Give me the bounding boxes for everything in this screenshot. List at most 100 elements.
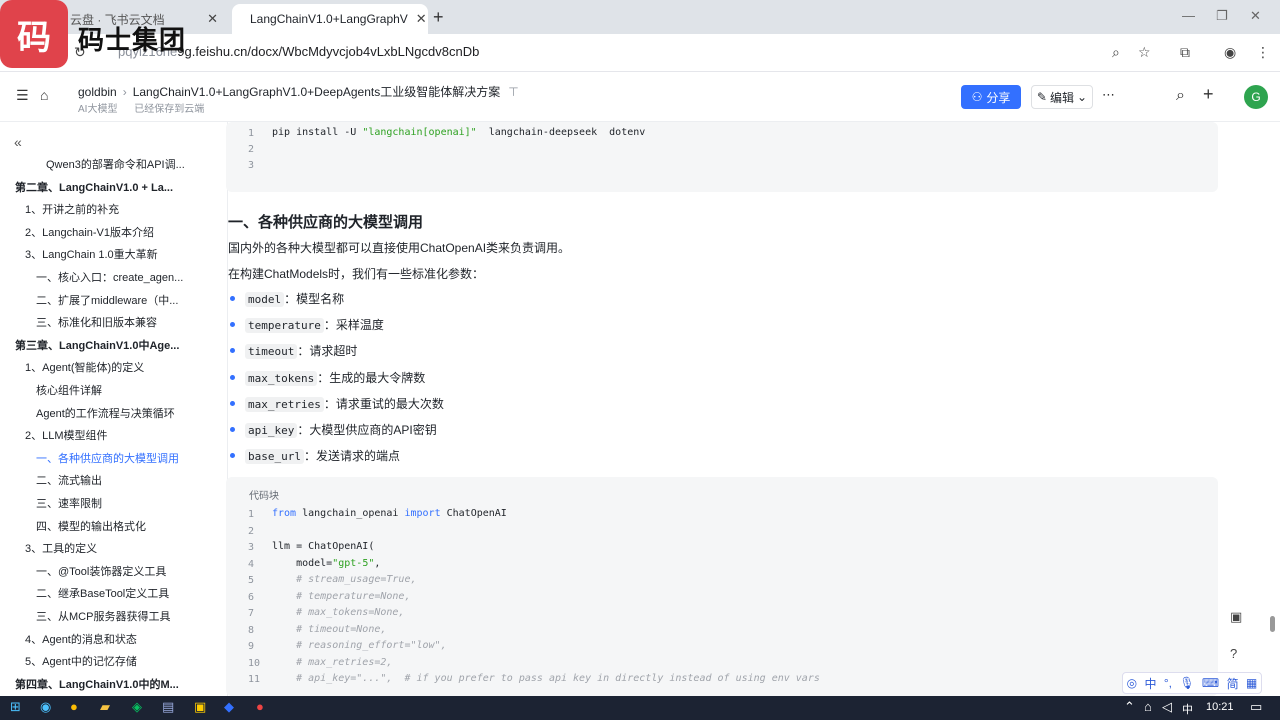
toc-item[interactable]: 5、Agent中的记忆存储 bbox=[25, 653, 137, 669]
toc-item[interactable]: 一、@Tool装饰器定义工具 bbox=[36, 563, 166, 579]
new-tab-button[interactable]: + bbox=[433, 7, 444, 28]
menu-icon[interactable]: ⋮ bbox=[1256, 44, 1270, 61]
scrollbar[interactable] bbox=[1270, 616, 1275, 632]
breadcrumb-title[interactable]: LangChainV1.0+LangGraphV1.0+DeepAgents工业… bbox=[133, 85, 501, 99]
browser-tab-doc[interactable]: LangChainV1.0+LangGraphV ✕ bbox=[232, 4, 428, 34]
extensions-icon[interactable]: ⧉ bbox=[1180, 44, 1190, 61]
toc-item[interactable]: 第三章、LangChainV1.0中Age... bbox=[15, 337, 179, 353]
help-icon[interactable]: ? bbox=[1230, 646, 1237, 661]
add-icon[interactable]: + bbox=[1203, 84, 1214, 105]
toc-item[interactable]: 2、Langchain-V1版本介绍 bbox=[25, 224, 154, 240]
edit-mode-button[interactable]: ✎ 编辑 ⌄ bbox=[1031, 85, 1093, 109]
mic-icon[interactable]: 🎙 bbox=[1179, 676, 1194, 690]
line-number: 8 bbox=[248, 624, 255, 636]
code-line: # temperature=None, bbox=[272, 590, 411, 602]
toc-item[interactable]: 1、开讲之前的补充 bbox=[25, 201, 119, 217]
share-button[interactable]: ⚇ 分享 bbox=[961, 85, 1021, 109]
star-icon[interactable]: ☆ bbox=[1138, 44, 1151, 61]
param-code: api_key bbox=[245, 423, 298, 438]
param-code: max_retries bbox=[245, 396, 324, 412]
toc-item[interactable]: 四、模型的输出格式化 bbox=[36, 518, 146, 534]
ime-lang[interactable]: 中 bbox=[1145, 675, 1157, 692]
line-number: 2 bbox=[248, 525, 255, 537]
close-icon[interactable]: ✕ bbox=[416, 11, 427, 27]
avatar[interactable]: G bbox=[1244, 85, 1268, 109]
close-icon[interactable]: ✕ bbox=[207, 11, 218, 27]
toc-item[interactable]: 2、LLM模型组件 bbox=[25, 427, 108, 443]
code-line: # reasoning_effort="low", bbox=[272, 640, 447, 651]
breadcrumb-root[interactable]: goldbin bbox=[78, 85, 117, 99]
input-lang[interactable]: 中 bbox=[1182, 701, 1193, 717]
collapse-sidebar-icon[interactable]: « bbox=[14, 134, 22, 150]
bullet-dot bbox=[230, 348, 235, 354]
wechat-icon[interactable]: ◈ bbox=[132, 699, 142, 715]
toc-item[interactable]: 核心组件详解 bbox=[36, 382, 102, 398]
ime-simp[interactable]: 简 bbox=[1227, 675, 1239, 692]
code-line: model="gpt-5", bbox=[272, 557, 381, 569]
toc-item[interactable]: 1、Agent(智能体)的定义 bbox=[25, 359, 144, 375]
toc-item[interactable]: 3、LangChain 1.0重大革新 bbox=[25, 246, 158, 262]
logo-char: 码 bbox=[17, 18, 51, 57]
grid-icon[interactable]: ▦ bbox=[1246, 676, 1257, 690]
toc-item[interactable]: 二、扩展了middleware（中... bbox=[36, 292, 178, 308]
app-icon[interactable]: ▤ bbox=[162, 699, 174, 715]
network-icon[interactable]: ⌂ bbox=[1144, 699, 1152, 714]
code-line: # timeout=None, bbox=[272, 623, 387, 635]
toc-item[interactable]: 3、工具的定义 bbox=[25, 540, 97, 556]
close-window-icon[interactable]: ✕ bbox=[1250, 8, 1261, 24]
search-icon[interactable]: ⌕ bbox=[1112, 44, 1120, 61]
pin-icon[interactable]: ⊤ bbox=[508, 85, 518, 99]
search-icon[interactable]: ⌕ bbox=[1176, 87, 1185, 105]
notification-icon[interactable]: ▭ bbox=[1250, 699, 1262, 715]
toc-item[interactable]: 一、各种供应商的大模型调用 bbox=[36, 450, 179, 466]
toc-item[interactable]: Qwen3的部署命令和API调... bbox=[46, 156, 185, 172]
windows-start-icon[interactable]: ⊞ bbox=[10, 699, 21, 715]
code-line: # stream_usage=True, bbox=[272, 574, 417, 585]
brand-logo: 码 bbox=[0, 0, 68, 68]
more-icon[interactable]: ⋯ bbox=[1102, 87, 1115, 103]
param-item: temperature ：采样温度 bbox=[230, 316, 384, 334]
toc-item[interactable]: 第四章、LangChainV1.0中的M... bbox=[15, 676, 179, 692]
feishu-icon[interactable]: ◆ bbox=[224, 699, 234, 715]
toc-item[interactable]: 三、速率限制 bbox=[36, 495, 102, 511]
chevron-down-icon: ⌄ bbox=[1077, 90, 1088, 104]
terminal-icon[interactable]: ▣ bbox=[194, 699, 206, 715]
toc-item[interactable]: 一、核心入口：create_agen... bbox=[36, 269, 183, 285]
tray-chevron-icon[interactable]: ⌃ bbox=[1124, 699, 1135, 715]
toc-item[interactable]: 二、流式输出 bbox=[36, 472, 102, 488]
toc-item[interactable]: 三、从MCP服务器获得工具 bbox=[36, 608, 170, 624]
keyboard-icon[interactable]: ⌨ bbox=[1202, 676, 1219, 690]
volume-icon[interactable]: ◁ bbox=[1162, 699, 1172, 715]
param-item: api_key ：大模型供应商的API密钥 bbox=[230, 421, 437, 438]
ime-toolbar[interactable]: ◎ 中 °, 🎙 ⌨ 简 ▦ bbox=[1122, 672, 1262, 694]
toc-item[interactable]: 三、标准化和旧版本兼容 bbox=[36, 314, 157, 330]
bullet-dot bbox=[230, 400, 235, 406]
folder-icon[interactable]: ▰ bbox=[100, 699, 110, 715]
tag-label: AI大模型 bbox=[78, 104, 118, 115]
param-desc: ：模型名称 bbox=[284, 292, 345, 306]
toc-item[interactable]: 第二章、LangChainV1.0 + La... bbox=[15, 179, 173, 195]
line-number: 7 bbox=[248, 608, 255, 619]
line-number: 2 bbox=[248, 144, 255, 155]
param-item: timeout ：请求超时 bbox=[230, 342, 357, 360]
punctuation-icon[interactable]: °, bbox=[1164, 676, 1172, 690]
profile-icon[interactable]: ◉ bbox=[1224, 44, 1236, 61]
home-icon[interactable]: ⌂ bbox=[40, 87, 48, 103]
outline-toggle-icon[interactable]: ☰ bbox=[16, 87, 29, 104]
recorder-icon[interactable]: ● bbox=[256, 699, 264, 714]
toc-item[interactable]: Agent的工作流程与决策循环 bbox=[36, 405, 175, 421]
edge-icon[interactable]: ◉ bbox=[40, 699, 51, 715]
line-number: 1 bbox=[248, 509, 255, 520]
section-heading: 一、各种供应商的大模型调用 bbox=[228, 214, 424, 231]
comment-icon[interactable]: ▣ bbox=[1230, 609, 1242, 625]
maximize-icon[interactable]: ❐ bbox=[1216, 8, 1228, 24]
param-desc: ：大模型供应商的API密钥 bbox=[297, 423, 437, 437]
minimize-icon[interactable]: — bbox=[1182, 8, 1195, 23]
paragraph: 在构建ChatModels时，我们有一些标准化参数： bbox=[228, 267, 485, 281]
clock[interactable]: 10:21 bbox=[1206, 701, 1234, 713]
toc-item[interactable]: 二、继承BaseTool定义工具 bbox=[36, 585, 169, 601]
toc-item[interactable]: 4、Agent的消息和状态 bbox=[25, 631, 137, 647]
codeblock-label: 代码块 bbox=[249, 491, 279, 502]
chrome-icon[interactable]: ● bbox=[70, 699, 78, 714]
param-item: max_tokens ：生成的最大令牌数 bbox=[230, 369, 425, 386]
